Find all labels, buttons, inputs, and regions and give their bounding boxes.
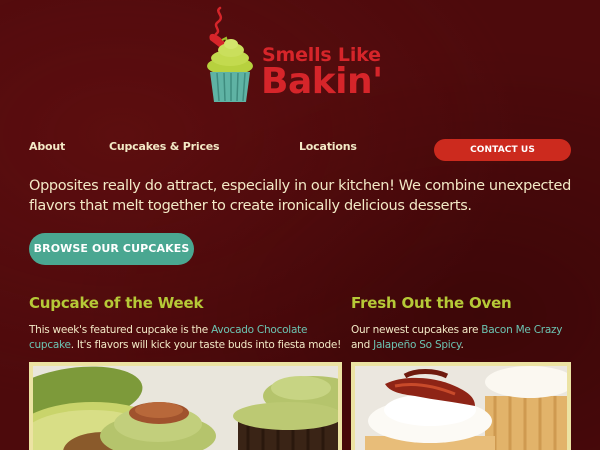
nav-link-about[interactable]: About (29, 140, 65, 153)
fresh-out-oven-text-end: . (460, 339, 464, 351)
site-logo[interactable]: Smells Like Bakin' (200, 0, 410, 110)
cupcake-of-week-heading: Cupcake of the Week (29, 294, 204, 312)
cupcake-of-week-text: This week's featured cupcake is the Avoc… (29, 323, 347, 353)
nav-link-cupcakes-prices[interactable]: Cupcakes & Prices (109, 140, 220, 153)
cupcake-of-week-text-start: This week's featured cupcake is the (29, 324, 212, 336)
fresh-out-oven-heading: Fresh Out the Oven (351, 294, 512, 312)
contact-us-button[interactable]: CONTACT US (434, 139, 571, 161)
fresh-out-oven-photo[interactable] (351, 362, 571, 450)
fresh-out-oven-text-start: Our newest cupcakes are (351, 324, 482, 336)
intro-text: Opposites really do attract, especially … (29, 178, 571, 214)
fresh-out-oven-text-and: and (351, 339, 374, 351)
fresh-out-oven-text: Our newest cupcakes are Bacon Me Crazy a… (351, 323, 581, 353)
cupcake-of-week-text-end: . It's flavors will kick your taste buds… (70, 339, 342, 351)
jalapeno-so-spicy-link[interactable]: Jalapeño So Spicy (373, 339, 461, 351)
avocado-cupcake-image (33, 366, 338, 450)
brand-name-line2: Bakin' (261, 61, 383, 102)
cupcake-chili-icon (207, 6, 253, 102)
bacon-me-crazy-link[interactable]: Bacon Me Crazy (481, 324, 562, 336)
cupcake-of-week-photo[interactable] (29, 362, 342, 450)
nav-link-locations[interactable]: Locations (299, 140, 357, 153)
browse-cupcakes-button[interactable]: BROWSE OUR CUPCAKES (29, 233, 194, 265)
bacon-cupcake-image (355, 366, 567, 450)
